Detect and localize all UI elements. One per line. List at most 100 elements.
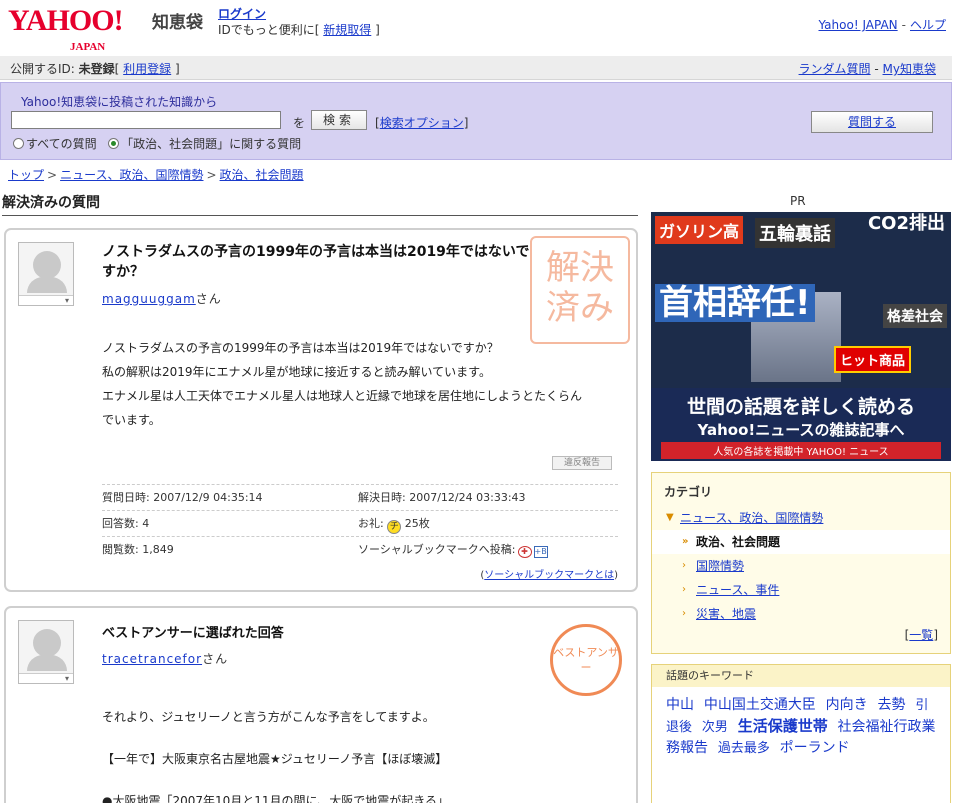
breadcrumb-separator: > bbox=[47, 168, 58, 182]
ad-copy: 世間の話題を詳しく読める bbox=[686, 396, 915, 418]
answers-count: 4 bbox=[142, 517, 150, 530]
category-box: カテゴリ ▼ ニュース、政治、国際情勢 » 政治、社会問題 › 国際情勢 › ニュース、… bbox=[651, 472, 951, 654]
ad-copy: Yahoo!ニュースの雑誌記事へ bbox=[697, 421, 905, 439]
reward-cell: お礼: チ 25枚 bbox=[358, 511, 430, 537]
answerer-link[interactable]: tracetrancefor bbox=[102, 652, 202, 666]
category-current-label: 政治、社会問題 bbox=[696, 535, 781, 549]
top-links: Yahoo! JAPAN - ヘルプ bbox=[819, 16, 947, 33]
radio-category[interactable] bbox=[108, 138, 120, 149]
body-line: 【一年で】大阪東京名古屋地震★ジュセリーノ予言【ほぼ壊滅】 bbox=[102, 752, 448, 766]
bookmark-yahoo-icon[interactable]: ✚ bbox=[517, 546, 532, 558]
best-answer-stamp: ベストアンサー bbox=[550, 624, 622, 696]
ad-text: ガソリン高 bbox=[655, 216, 744, 244]
keywords-head: 話題のキーワード bbox=[652, 665, 950, 687]
login-link[interactable]: ログイン bbox=[218, 7, 266, 21]
arrow-down-icon: ▼ bbox=[666, 512, 674, 523]
idbar-right: ランダム質問 - My知恵袋 bbox=[798, 62, 936, 76]
search-options-link[interactable]: 検索オプション bbox=[380, 116, 464, 130]
search-particle: を bbox=[293, 116, 306, 130]
question-title: ノストラダムスの予言の1999年の予言は本当は2019年ではないですか？ bbox=[102, 244, 530, 280]
radio-all-label: すべての質問 bbox=[26, 137, 97, 151]
chevron-right-icon: » bbox=[682, 536, 689, 547]
reward-label: お礼: bbox=[358, 517, 384, 530]
solved-label: 解決日時: bbox=[358, 491, 406, 504]
breadcrumb-top[interactable]: トップ bbox=[8, 168, 44, 182]
questioner-link[interactable]: magguuggam bbox=[102, 292, 196, 306]
question-meta: 質問日時: 2007/12/9 04:35:14 解決日時: 2007/12/2… bbox=[102, 484, 618, 562]
keyword-link[interactable]: 次男 bbox=[702, 720, 728, 735]
answer-body: それより、ジュセリーノと言う方がこんな予言をしてますよ。 【一年で】大阪東京名古… bbox=[102, 696, 630, 803]
social-cell: ソーシャルブックマークへ投稿: ✚ +B bbox=[358, 537, 548, 563]
answer-card: ▾ ベストアンサーに選ばれた回答 tracetranceforさん ベストアンサ… bbox=[4, 606, 638, 803]
service-name: 知恵袋 bbox=[152, 13, 203, 33]
keyword-link[interactable]: 去勢 bbox=[877, 697, 905, 713]
my-chiebukuro-link[interactable]: My知恵袋 bbox=[883, 62, 936, 76]
category-current: » 政治、社会問題 bbox=[652, 530, 950, 554]
ad-text: ヒット商品 bbox=[833, 346, 911, 373]
register-link[interactable]: 利用登録 bbox=[123, 62, 171, 76]
keyword-link[interactable]: 生活保護世帯 bbox=[738, 717, 828, 735]
random-question-link[interactable]: ランダム質問 bbox=[799, 62, 871, 76]
chevron-right-icon: › bbox=[682, 608, 686, 619]
meta-row: 回答数: 4 お礼: チ 25枚 bbox=[102, 510, 618, 536]
breadcrumb-politics[interactable]: 政治、社会問題 bbox=[220, 168, 304, 182]
search-intro: Yahoo!知恵袋に投稿された知識から bbox=[21, 95, 218, 109]
body-line: エナメル星は人工天体でエナメル星人は地球人と近縁で地球を居住地にしようとたくらん bbox=[102, 389, 583, 403]
report-button[interactable]: 違反報告 bbox=[552, 456, 612, 470]
ad-text: CO2排出 bbox=[867, 213, 945, 234]
avatar[interactable]: ▾ bbox=[18, 242, 74, 306]
reward-value: 25枚 bbox=[404, 517, 430, 530]
keyword-cloud: 中山 中山国土交通大臣 内向き 去勢 引退後 次男 生活保護世帯 社会福祉行政業… bbox=[652, 687, 950, 767]
avatar[interactable]: ▾ bbox=[18, 620, 74, 684]
search-button[interactable]: 検索 bbox=[311, 110, 367, 130]
ad-footer: 世間の話題を詳しく読める Yahoo!ニュースの雑誌記事へ 人気の各誌を掲載中 … bbox=[651, 388, 951, 461]
id-status: 未登録 bbox=[78, 62, 115, 76]
ad-banner[interactable]: ガソリン高 五輪裏話 CO2排出 首相辞任! 格差社会 ヒット商品 世間の話題を… bbox=[651, 212, 951, 461]
category-more-link[interactable]: 一覧 bbox=[909, 628, 933, 642]
help-link[interactable]: ヘルプ bbox=[910, 18, 946, 32]
category-child[interactable]: › 国際情勢 bbox=[652, 554, 950, 578]
views-count: 1,849 bbox=[142, 543, 174, 556]
yahoo-logo[interactable]: YAHOO! JAPAN bbox=[8, 6, 124, 54]
keyword-link[interactable]: 内向き bbox=[826, 697, 868, 713]
coin-icon: チ bbox=[387, 520, 402, 534]
search-input[interactable] bbox=[11, 111, 281, 129]
category-child[interactable]: › 災害、地震 bbox=[652, 602, 950, 626]
category-child-link[interactable]: ニュース、事件 bbox=[696, 583, 779, 597]
keyword-link[interactable]: 中山国土交通大臣 bbox=[704, 697, 816, 713]
social-help-link[interactable]: ソーシャルブックマークとは bbox=[484, 570, 614, 581]
header: YAHOO! JAPAN 知恵袋 ログイン IDでもっと便利に[ 新規取得 ] … bbox=[0, 0, 980, 54]
separator: - bbox=[901, 18, 906, 32]
login-note: IDでもっと便利に bbox=[218, 23, 315, 37]
yahoo-japan-link[interactable]: Yahoo! JAPAN bbox=[819, 18, 898, 32]
views-label: 閲覧数: bbox=[102, 543, 139, 556]
keyword-link[interactable]: 中山 bbox=[666, 697, 694, 713]
radio-all[interactable] bbox=[13, 138, 24, 149]
ad-text: 格差社会 bbox=[883, 304, 947, 328]
id-bar: 公開するID: 未登録[ 利用登録 ] ランダム質問 - My知恵袋 bbox=[0, 56, 952, 80]
keyword-link[interactable]: ポーランド bbox=[780, 740, 850, 756]
answerer: tracetranceforさん bbox=[102, 650, 228, 667]
category-parent[interactable]: ▼ ニュース、政治、国際情勢 bbox=[652, 506, 950, 530]
category-child-link[interactable]: 国際情勢 bbox=[696, 559, 744, 573]
search-scope: すべての質問 「政治、社会問題」に関する質問 bbox=[13, 135, 301, 152]
category-child[interactable]: › ニュース、事件 bbox=[652, 578, 950, 602]
body-line: ●大阪地震「2007年10月と11月の間に、大阪で地震が起きる」 bbox=[102, 794, 449, 803]
questioner: magguuggamさん bbox=[102, 290, 222, 307]
social-help: (ソーシャルブックマークとは) bbox=[480, 570, 618, 581]
section-title: 解決済みの質問 bbox=[2, 192, 638, 216]
ask-question-button[interactable]: 質問する bbox=[811, 111, 933, 133]
avatar-dropdown-icon: ▾ bbox=[19, 673, 73, 683]
category-child-link[interactable]: 災害、地震 bbox=[696, 607, 756, 621]
keyword-link[interactable]: 過去最多 bbox=[718, 741, 770, 756]
bookmark-hatena-icon[interactable]: +B bbox=[533, 546, 548, 558]
breadcrumb-news[interactable]: ニュース、政治、国際情勢 bbox=[60, 168, 203, 182]
category-parent-link[interactable]: ニュース、政治、国際情勢 bbox=[680, 511, 823, 525]
social-label: ソーシャルブックマークへ投稿: bbox=[358, 543, 516, 556]
login-box: ログイン IDでもっと便利に[ 新規取得 ] bbox=[218, 7, 380, 37]
meta-row: 閲覧数: 1,849 ソーシャルブックマークへ投稿: ✚ +B bbox=[102, 536, 618, 562]
signup-link[interactable]: 新規取得 bbox=[323, 23, 371, 37]
search-panel: Yahoo!知恵袋に投稿された知識から を 検索 [検索オプション] すべての質… bbox=[0, 82, 952, 160]
question-card: ▾ ノストラダムスの予言の1999年の予言は本当は2019年ではないですか？ m… bbox=[4, 228, 638, 592]
avatar-head bbox=[33, 251, 61, 279]
